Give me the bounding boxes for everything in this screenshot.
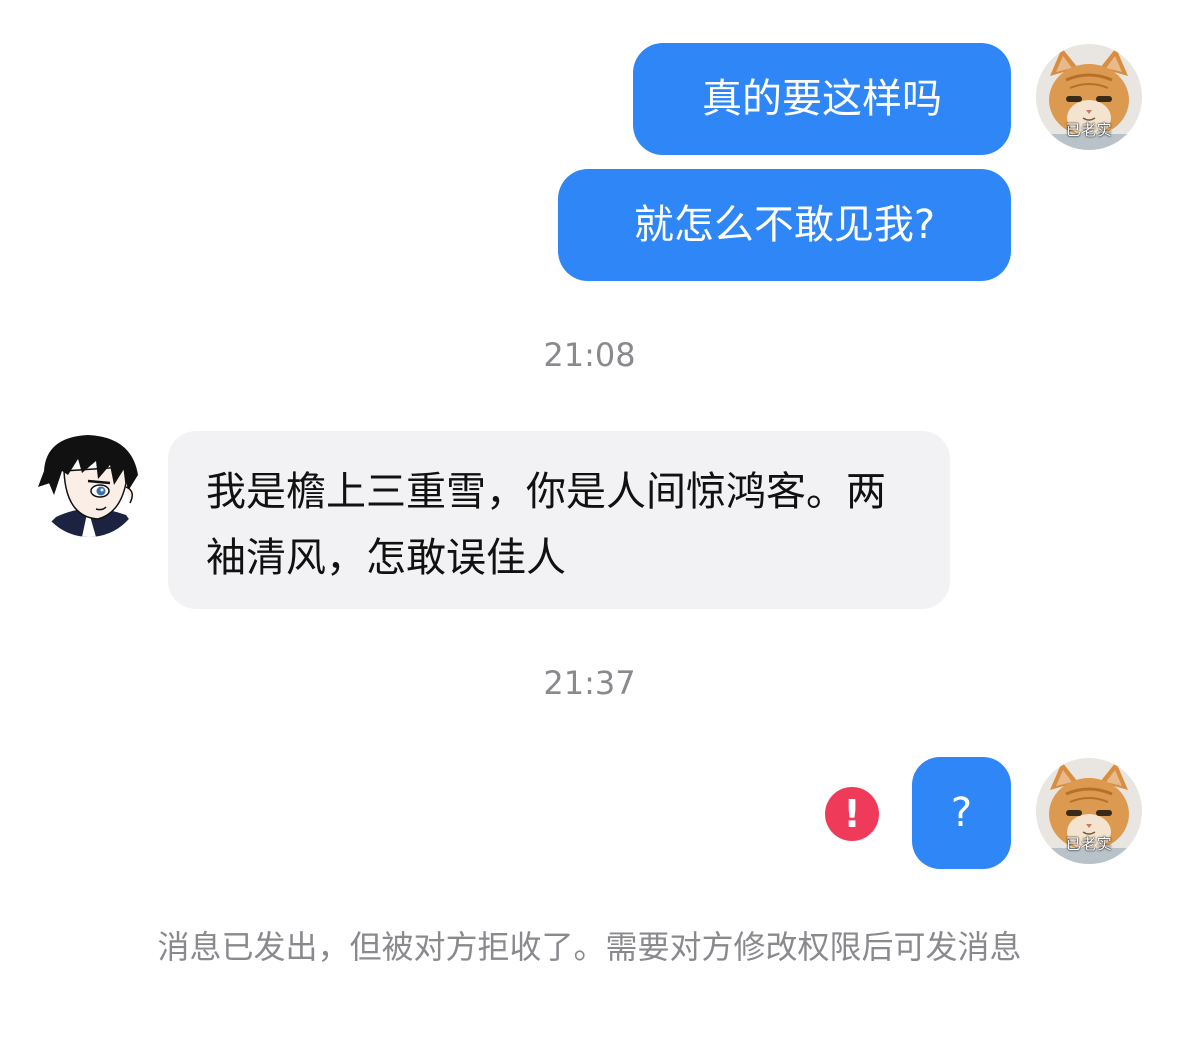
message-text: 就怎么不敢见我? [633, 202, 936, 248]
chat-view: 已老实 真的要这样吗 就怎么不敢见我? 21:08 我是檐上三重雪，你是人间惊鸿… [0, 0, 1179, 1055]
rejected-notice: 消息已发出，但被对方拒收了。需要对方修改权限后可发消息 [157, 928, 1022, 966]
avatar-caption: 已老实 [1065, 121, 1113, 139]
error-glyph: ! [843, 792, 861, 836]
timestamp: 21:37 [543, 664, 636, 702]
self-avatar[interactable]: 已老实 [1036, 44, 1142, 150]
contact-avatar[interactable] [36, 431, 142, 537]
message-text: 真的要这样吗 [702, 76, 942, 122]
anime-avatar-image [36, 431, 142, 537]
send-failed-icon[interactable]: ! [825, 787, 879, 841]
timestamp: 21:08 [543, 336, 636, 374]
outgoing-message[interactable]: 真的要这样吗 [633, 43, 1011, 155]
outgoing-message[interactable]: 就怎么不敢见我? [558, 169, 1011, 281]
incoming-message[interactable]: 我是檐上三重雪，你是人间惊鸿客。两袖清风，怎敢误佳人 [168, 431, 950, 609]
outgoing-message[interactable]: ? [912, 757, 1011, 869]
message-text: ? [950, 790, 973, 836]
avatar-caption: 已老实 [1065, 835, 1113, 853]
message-text: 我是檐上三重雪，你是人间惊鸿客。两袖清风，怎敢误佳人 [206, 469, 886, 581]
self-avatar[interactable]: 已老实 [1036, 758, 1142, 864]
